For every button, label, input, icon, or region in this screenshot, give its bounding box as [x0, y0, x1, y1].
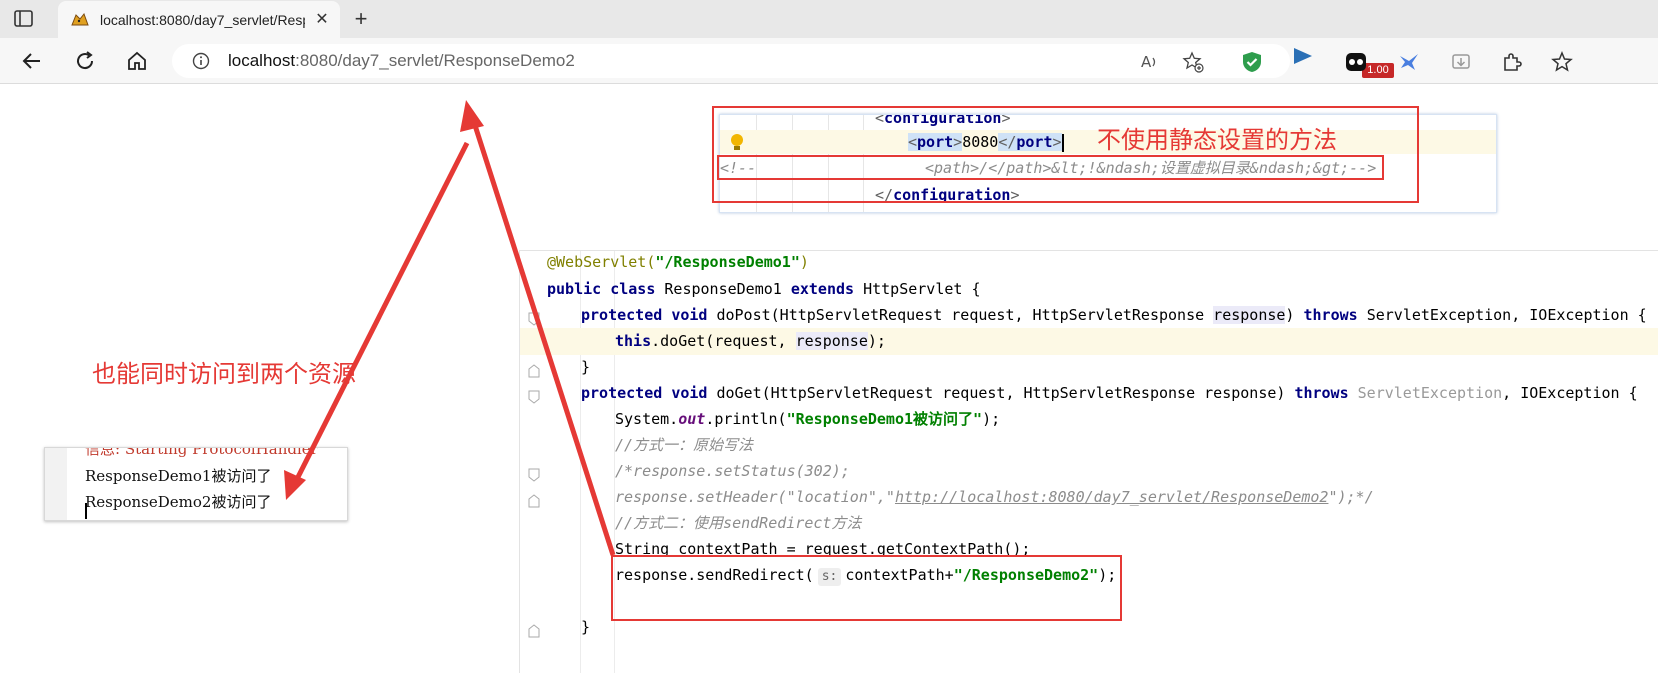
download-extension-icon[interactable]	[1449, 50, 1473, 74]
favorites-star-icon[interactable]	[1550, 50, 1574, 74]
fold-marker-icon[interactable]	[528, 360, 540, 378]
browser-tab[interactable]: localhost:8080/day7_servlet/ResponseDemo…	[58, 1, 340, 39]
code-line: response.setHeader("location","http://lo…	[520, 484, 1658, 511]
refresh-icon[interactable]	[73, 49, 97, 73]
console-output: 信息: Starting ProtocolHandler ResponseDem…	[44, 447, 348, 521]
redirect-url-link[interactable]: http://localhost:8080/day7_servlet/Respo…	[895, 488, 1328, 506]
comment-highlight-box	[717, 155, 1384, 180]
fold-marker-icon[interactable]	[528, 490, 540, 508]
bird-extension-icon[interactable]	[1397, 50, 1421, 74]
code-line: protected void doGet(HttpServletRequest …	[520, 380, 1658, 407]
tab-strip: localhost:8080/day7_servlet/ResponseDemo…	[0, 0, 1658, 39]
code-line: System.out.println("ResponseDemo1被访问了");	[615, 410, 1001, 428]
code-line: //方式一：原始写法	[615, 436, 754, 454]
code-line: protected void doPost(HttpServletRequest…	[520, 302, 1658, 329]
tab-close-icon[interactable]: ✕	[313, 11, 331, 29]
console-gutter	[45, 448, 67, 520]
console-caret	[85, 503, 87, 519]
console-cut-line: 信息: Starting ProtocolHandler	[85, 447, 318, 458]
console-line: ResponseDemo1被访问了	[85, 467, 272, 485]
code-line: //方式二：使用sendRedirect方法	[615, 514, 862, 532]
address-url[interactable]: localhost:8080/day7_servlet/ResponseDemo…	[228, 51, 575, 71]
browser-toolbar: localhost:8080/day7_servlet/ResponseDemo…	[0, 38, 1658, 84]
dark-mode-extension-icon[interactable]	[1344, 50, 1368, 74]
site-info-icon[interactable]	[192, 52, 210, 70]
tab-actions-icon[interactable]	[12, 8, 36, 30]
code-line: public class ResponseDemo1 extends HttpS…	[547, 280, 981, 298]
url-path: :8080/day7_servlet/ResponseDemo2	[295, 51, 575, 70]
read-aloud-icon[interactable]: A	[1140, 52, 1160, 72]
svg-text:A: A	[1141, 53, 1152, 71]
redirect-code-highlight-box	[611, 555, 1122, 621]
new-tab-button[interactable]: +	[350, 8, 372, 30]
fold-marker-icon[interactable]	[528, 620, 540, 638]
fold-marker-icon[interactable]	[528, 386, 540, 404]
tomcat-favicon-icon	[70, 11, 90, 29]
code-line: @WebServlet("/ResponseDemo1")	[547, 253, 809, 271]
shield-extension-icon[interactable]	[1240, 50, 1264, 74]
home-icon[interactable]	[125, 49, 149, 73]
fold-marker-icon[interactable]	[528, 464, 540, 482]
code-line: }	[520, 354, 1658, 381]
xml-annotation-label: 不使用静态设置的方法	[1097, 126, 1337, 154]
code-line: /*response.setStatus(302);	[520, 458, 1658, 485]
left-annotation-label: 也能同时访问到两个资源	[92, 360, 356, 388]
fold-marker-icon[interactable]	[528, 308, 540, 326]
tab-title: localhost:8080/day7_servlet/ResponseDemo…	[100, 12, 305, 28]
address-bar[interactable]: localhost:8080/day7_servlet/ResponseDemo…	[172, 44, 1290, 78]
video-speed-extension-icon[interactable]	[1291, 46, 1315, 70]
url-host: localhost	[228, 51, 296, 70]
add-favorite-icon[interactable]	[1182, 51, 1204, 73]
code-line-highlighted: this.doGet(request, response);	[520, 328, 1658, 355]
back-arrow-icon[interactable]	[20, 49, 44, 73]
extensions-puzzle-icon[interactable]	[1500, 50, 1524, 74]
console-line: ResponseDemo2被访问了	[85, 493, 272, 511]
